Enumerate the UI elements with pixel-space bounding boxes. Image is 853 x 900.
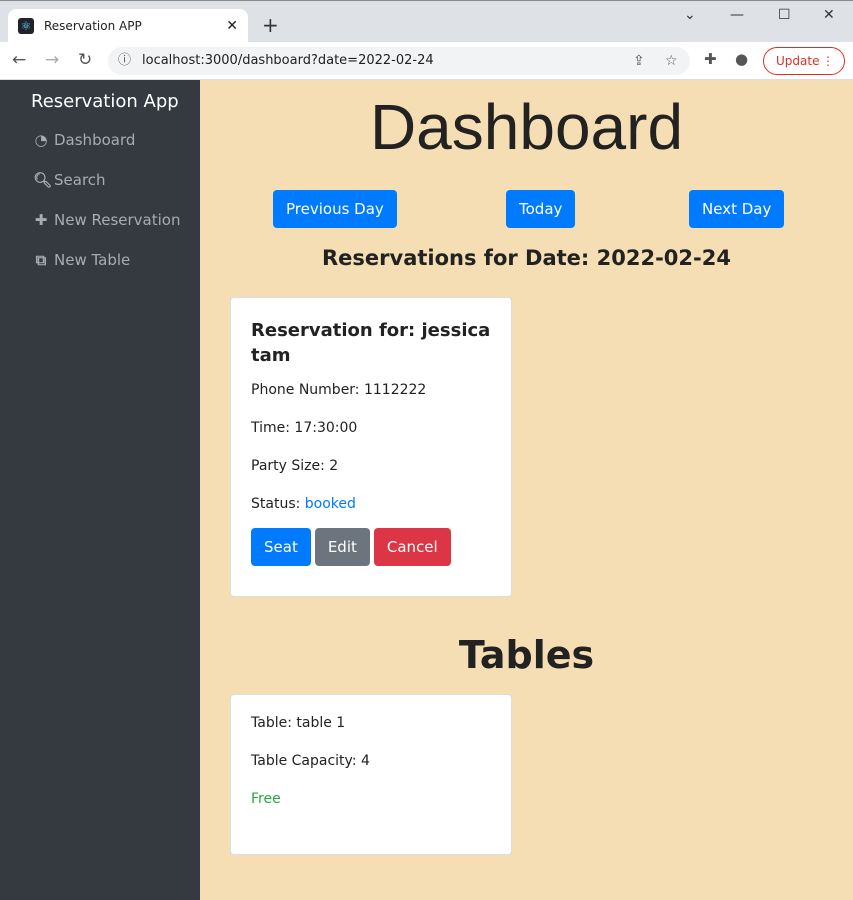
page-title: Dashboard [369,91,684,163]
plus-icon: ✚ [34,211,48,229]
previous-day-button[interactable]: Previous Day [273,190,397,228]
tab-search-icon[interactable]: ⌄ [684,7,696,23]
dashboard-icon: ◔ [34,131,48,149]
brand[interactable]: Reservation App [31,91,179,112]
edit-button[interactable]: Edit [314,528,370,566]
tables-heading: Tables [458,633,595,677]
status-badge: booked [304,496,356,512]
close-window-icon[interactable]: ✕ [823,7,835,23]
update-label: Update [776,54,820,68]
reservation-card: Reservation for: jessica tam Phone Numbe… [230,297,512,597]
sidebar: Reservation App ◔ Dashboard 🔍︎ Search ✚ New… [0,80,200,900]
sidebar-item-new-reservation[interactable]: ✚ New Reservation [33,211,181,229]
url-text: localhost:3000/dashboard?date=2022-02-24 [142,53,434,68]
seat-button[interactable]: Seat [251,528,311,566]
react-icon: ⚛ [18,18,34,34]
next-day-button[interactable]: Next Day [689,190,785,228]
url-input[interactable]: ⓘ localhost:3000/dashboard?date=2022-02-… [108,47,690,75]
table-icon: ⧉ [35,251,47,269]
back-icon[interactable]: ← [12,50,26,70]
reservation-status-line: Status: booked [251,496,491,512]
sidebar-item-label: Dashboard [54,131,136,149]
reservation-time: Time: 17:30:00 [251,420,358,436]
table-status: Free [251,791,281,807]
extensions-icon[interactable]: ✚ [704,50,717,68]
status-label: Status: [251,496,305,512]
close-tab-icon[interactable]: ✕ [226,18,238,34]
sidebar-item-label: Search [54,171,106,189]
forward-icon[interactable]: → [45,50,59,70]
today-button[interactable]: Today [506,190,576,228]
reservation-actions: Seat Edit Cancel [251,528,491,566]
reservations-heading: Reservations for Date: 2022-02-24 [322,246,731,270]
minimize-icon[interactable]: — [730,7,744,23]
sidebar-item-search[interactable]: 🔍︎ Search [33,171,106,189]
search-icon: 🔍︎ [33,171,53,189]
profile-icon[interactable]: ● [735,50,748,68]
reload-icon[interactable]: ↻ [78,50,92,70]
share-icon[interactable]: ⇪ [633,47,645,75]
info-icon[interactable]: ⓘ [118,47,131,75]
sidebar-item-new-table[interactable]: ⧉ New Table [33,251,131,269]
browser-tab[interactable]: ⚛ Reservation APP ✕ [8,9,248,43]
star-icon[interactable]: ☆ [665,47,678,75]
sidebar-item-dashboard[interactable]: ◔ Dashboard [33,131,135,149]
reservation-party-size: Party Size: 2 [251,458,339,474]
reservation-title: Reservation for: jessica tam [251,320,491,366]
address-bar-row: ← → ↻ ⓘ localhost:3000/dashboard?date=20… [0,42,853,80]
main-content: Dashboard Previous Day Today Next Day Re… [200,80,853,900]
menu-icon[interactable]: ⋮ [822,48,834,74]
reservation-phone: Phone Number: 1112222 [251,382,427,398]
cancel-button[interactable]: Cancel [373,528,451,566]
sidebar-item-label: New Table [54,251,131,269]
table-capacity: Table Capacity: 4 [251,753,370,769]
sidebar-item-label: New Reservation [54,211,181,229]
new-tab-icon[interactable]: + [262,13,279,37]
table-name: Table: table 1 [251,715,346,731]
browser-tabstrip: ⚛ Reservation APP ✕ + ⌄ — ☐ ✕ [0,0,853,43]
table-card: Table: table 1 Table Capacity: 4 Free [230,694,512,855]
tab-title: Reservation APP [44,19,142,33]
update-button[interactable]: Update ⋮ [763,47,845,75]
maximize-icon[interactable]: ☐ [778,7,791,23]
